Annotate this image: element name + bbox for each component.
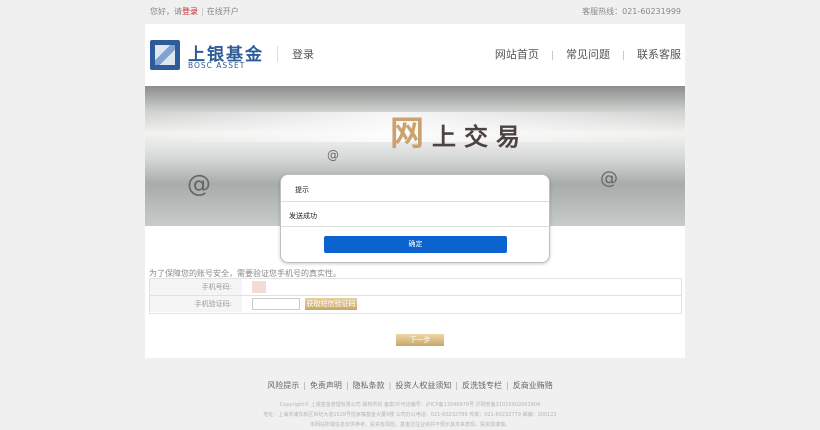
- footer-link-disclaimer[interactable]: 免责声明: [310, 381, 342, 390]
- code-label: 手机验证码:: [150, 296, 242, 312]
- login-link[interactable]: 登录: [182, 7, 198, 16]
- footer-copyright: Copyright© 上银基金管理有限公司 版权所有 备案/许可证编号：沪ICP…: [279, 402, 541, 408]
- greeting-text: 您好，请: [150, 7, 182, 16]
- footer-link-investor-rights[interactable]: 投资人权益须知: [395, 381, 451, 390]
- get-code-button[interactable]: 获取短信验证码: [305, 298, 357, 310]
- footer-sep: |: [345, 381, 349, 390]
- dialog-ok-button[interactable]: 确定: [324, 236, 507, 253]
- footer-sep: |: [388, 381, 392, 390]
- top-bar-separator: |: [201, 7, 204, 16]
- banner-title-big: 网: [390, 114, 432, 154]
- nav-contact[interactable]: 联系客服: [637, 46, 681, 62]
- footer-links: 风险提示 | 免责声明 | 隐私条款 | 投资人权益须知 | 反洗钱专栏 | 反商业贿赂: [0, 380, 820, 391]
- page-title: 登录: [292, 48, 314, 61]
- nav-divider: |: [550, 51, 554, 61]
- footer-sep: |: [303, 381, 306, 390]
- logo-icon: [150, 40, 180, 70]
- banner-at-icon: @: [600, 168, 618, 189]
- dialog-message: 发送成功: [289, 212, 317, 220]
- hotline-text: 客服热线：021-60231999: [582, 7, 681, 16]
- site-header: 上银基金 BOSC ASSET 登录 网站首页 | 常见问题 | 联系客服: [145, 24, 685, 86]
- open-account-link[interactable]: 在线开户: [207, 7, 239, 16]
- footer-link-risk[interactable]: 风险提示: [267, 381, 299, 390]
- nav-divider: |: [621, 51, 625, 61]
- phone-value: [252, 281, 266, 293]
- banner-at-icon: @: [327, 148, 339, 162]
- header-divider: [277, 46, 278, 62]
- top-bar-left: 您好，请登录 | 在线开户: [150, 0, 239, 24]
- footer-link-aml[interactable]: 反洗钱专栏: [462, 381, 502, 390]
- footer-link-anti-bribery[interactable]: 反商业贿赂: [513, 381, 553, 390]
- next-button[interactable]: 下一步: [396, 334, 444, 346]
- dialog-title: 提示: [295, 186, 309, 194]
- footer-link-privacy[interactable]: 隐私条款: [353, 381, 385, 390]
- dialog-divider: [281, 201, 549, 202]
- banner-at-icon: @: [187, 170, 211, 198]
- logo-en-text: BOSC ASSET: [188, 61, 246, 70]
- code-row: 手机验证码: 获取短信验证码: [150, 296, 681, 313]
- nav-faq[interactable]: 常见问题: [566, 46, 610, 62]
- logo[interactable]: 上银基金 BOSC ASSET: [150, 40, 270, 72]
- footer-address: 地址：上海市浦东新区世纪大道1528号陆家嘴基金大厦9楼 公司办公电话：021-…: [263, 412, 557, 418]
- top-bar: 您好，请登录 | 在线开户 客服热线：021-60231999: [145, 0, 685, 24]
- alert-dialog: 提示 发送成功 确定: [280, 174, 550, 263]
- banner-title-rest: 上交易: [432, 122, 528, 151]
- nav-home[interactable]: 网站首页: [495, 46, 539, 62]
- main-nav: 网站首页 | 常见问题 | 联系客服: [495, 46, 681, 62]
- sms-code-input[interactable]: [252, 298, 300, 310]
- phone-row: 手机号码:: [150, 279, 681, 296]
- banner-title: 网上交易: [390, 106, 528, 155]
- footer-sep: |: [506, 381, 509, 390]
- footer-sep: |: [455, 381, 459, 390]
- phone-label: 手机号码:: [150, 279, 242, 295]
- footer-risk: 本网站所载信息仅供参考，投资有风险，基金过往业绩并不预示其未来表现，投资需谨慎。: [309, 422, 510, 428]
- dialog-divider: [281, 226, 549, 227]
- verification-form: 手机号码: 手机验证码: 获取短信验证码: [149, 278, 682, 314]
